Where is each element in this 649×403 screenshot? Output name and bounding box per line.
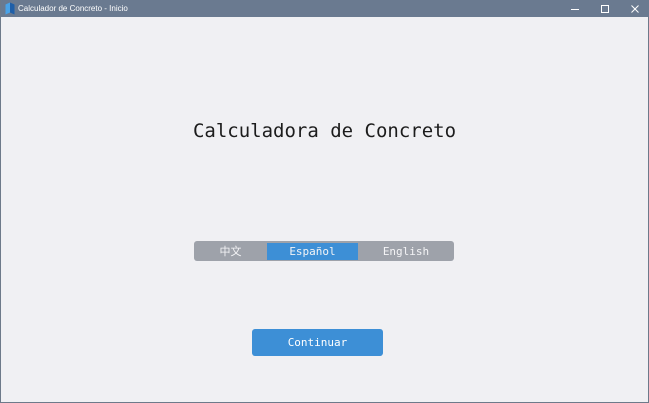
title-bar[interactable]: Calculador de Concreto - Inicio (1, 0, 649, 17)
language-selector: 中文 Español English (194, 241, 454, 261)
app-window: Calculador de Concreto - Inicio Calculad… (0, 0, 649, 403)
app-icon (4, 2, 15, 15)
maximize-icon (601, 4, 609, 13)
continue-button[interactable]: Continuar (252, 329, 383, 356)
window-controls (560, 0, 649, 17)
language-option-chinese[interactable]: 中文 (194, 241, 267, 261)
language-option-spanish[interactable]: Español (267, 243, 358, 260)
maximize-button[interactable] (590, 0, 620, 17)
close-icon (631, 4, 639, 13)
language-option-english[interactable]: English (358, 241, 454, 261)
page-title: Calculadora de Concreto (192, 120, 457, 142)
window-title: Calculador de Concreto - Inicio (18, 4, 128, 13)
minimize-icon (571, 8, 579, 10)
close-button[interactable] (620, 0, 649, 17)
minimize-button[interactable] (560, 0, 590, 17)
